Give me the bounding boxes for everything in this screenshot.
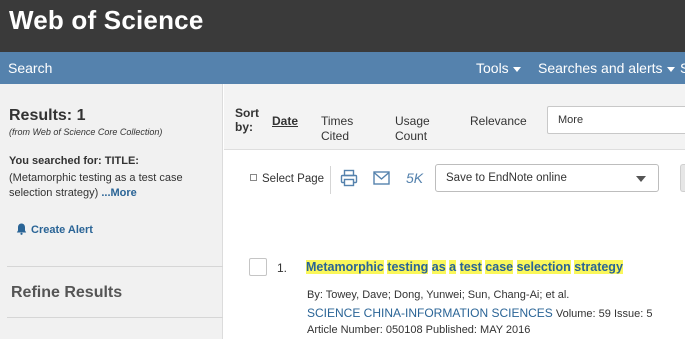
sort-option-times-cited[interactable]: Times Cited [321,114,371,144]
sort-option-date[interactable]: Date [272,114,298,129]
sidebar: Results: 1 (from Web of Science Core Col… [0,84,223,339]
create-alert-link[interactable]: Create Alert [16,223,93,236]
record-authors: By: Towey, Dave; Dong, Yunwei; Sun, Chan… [307,289,570,301]
sort-bar: Sort by: Date Times Cited Usage Count Re… [224,84,685,150]
create-alert-label: Create Alert [31,224,93,236]
add-button-partial[interactable] [680,164,685,192]
select-page-label: Select Page [262,173,325,185]
brand-title[interactable]: Web of Science [9,5,204,36]
nav-tools-menu[interactable]: Tools [476,60,521,76]
sort-by-text: Sort by: [235,106,259,134]
sidebar-divider [7,266,223,267]
nav-searches-alerts-menu[interactable]: Searches and alerts [538,60,675,76]
more-sort-select[interactable]: More [547,106,685,134]
record-checkbox[interactable] [249,258,267,276]
searched-query: (Metamorphic testing as a test case sele… [9,171,214,201]
results-count: Results: 1 [9,107,86,124]
endnote-export-select[interactable]: Save to EndNote online [435,164,659,192]
count-label[interactable]: 5K [406,170,423,186]
print-icon[interactable] [340,169,358,187]
select-page-checkbox[interactable]: Select Page [250,173,324,185]
title-word: test [459,260,482,274]
more-link[interactable]: ...More [101,187,136,199]
checkbox-icon [250,174,257,181]
toolbar-divider [330,166,331,194]
searched-label: You searched for: TITLE: [9,155,139,167]
record-source: SCIENCE CHINA-INFORMATION SCIENCES Volum… [307,305,685,338]
sort-option-usage-count[interactable]: Usage Count [395,114,445,144]
record-number: 1. [277,261,288,275]
caret-down-icon [666,66,675,72]
refine-results-title: Refine Results [11,284,123,301]
sort-by-label: Sort by: [235,106,263,134]
title-word: case [485,260,514,274]
endnote-select-value: Save to EndNote online [446,172,567,184]
result-record: 1. Metamorphic testing as a test case se… [224,240,685,339]
nav-search[interactable]: Search [8,60,52,76]
dropdown-arrow-icon [636,176,646,182]
bell-icon [16,223,27,235]
sort-option-relevance[interactable]: Relevance [470,114,527,129]
nav-tools-label: Tools [476,60,509,76]
title-word: Metamorphic [306,260,384,274]
title-word: as [431,260,446,274]
results-source: (from Web of Science Core Collection) [9,127,163,137]
searched-query-text: (Metamorphic testing as a test case sele… [9,172,183,199]
title-word: testing [387,260,429,274]
results-toolbar: Select Page 5K Save to EndNote online [224,150,685,210]
title-word: selection [516,260,571,274]
nav-cut-item[interactable]: S [680,60,685,76]
title-word: strategy [574,260,623,274]
title-word: a [449,260,457,274]
record-title-link[interactable]: Metamorphic testing as a test case selec… [306,260,623,274]
top-header: Web of Science [0,0,685,52]
nav-searches-alerts-label: Searches and alerts [538,60,663,76]
email-icon[interactable] [373,171,390,185]
caret-down-icon [512,66,521,72]
nav-bar: Search Tools Searches and alerts S [0,52,685,84]
journal-link[interactable]: SCIENCE CHINA-INFORMATION SCIENCES [307,306,553,320]
sidebar-divider [7,317,223,318]
